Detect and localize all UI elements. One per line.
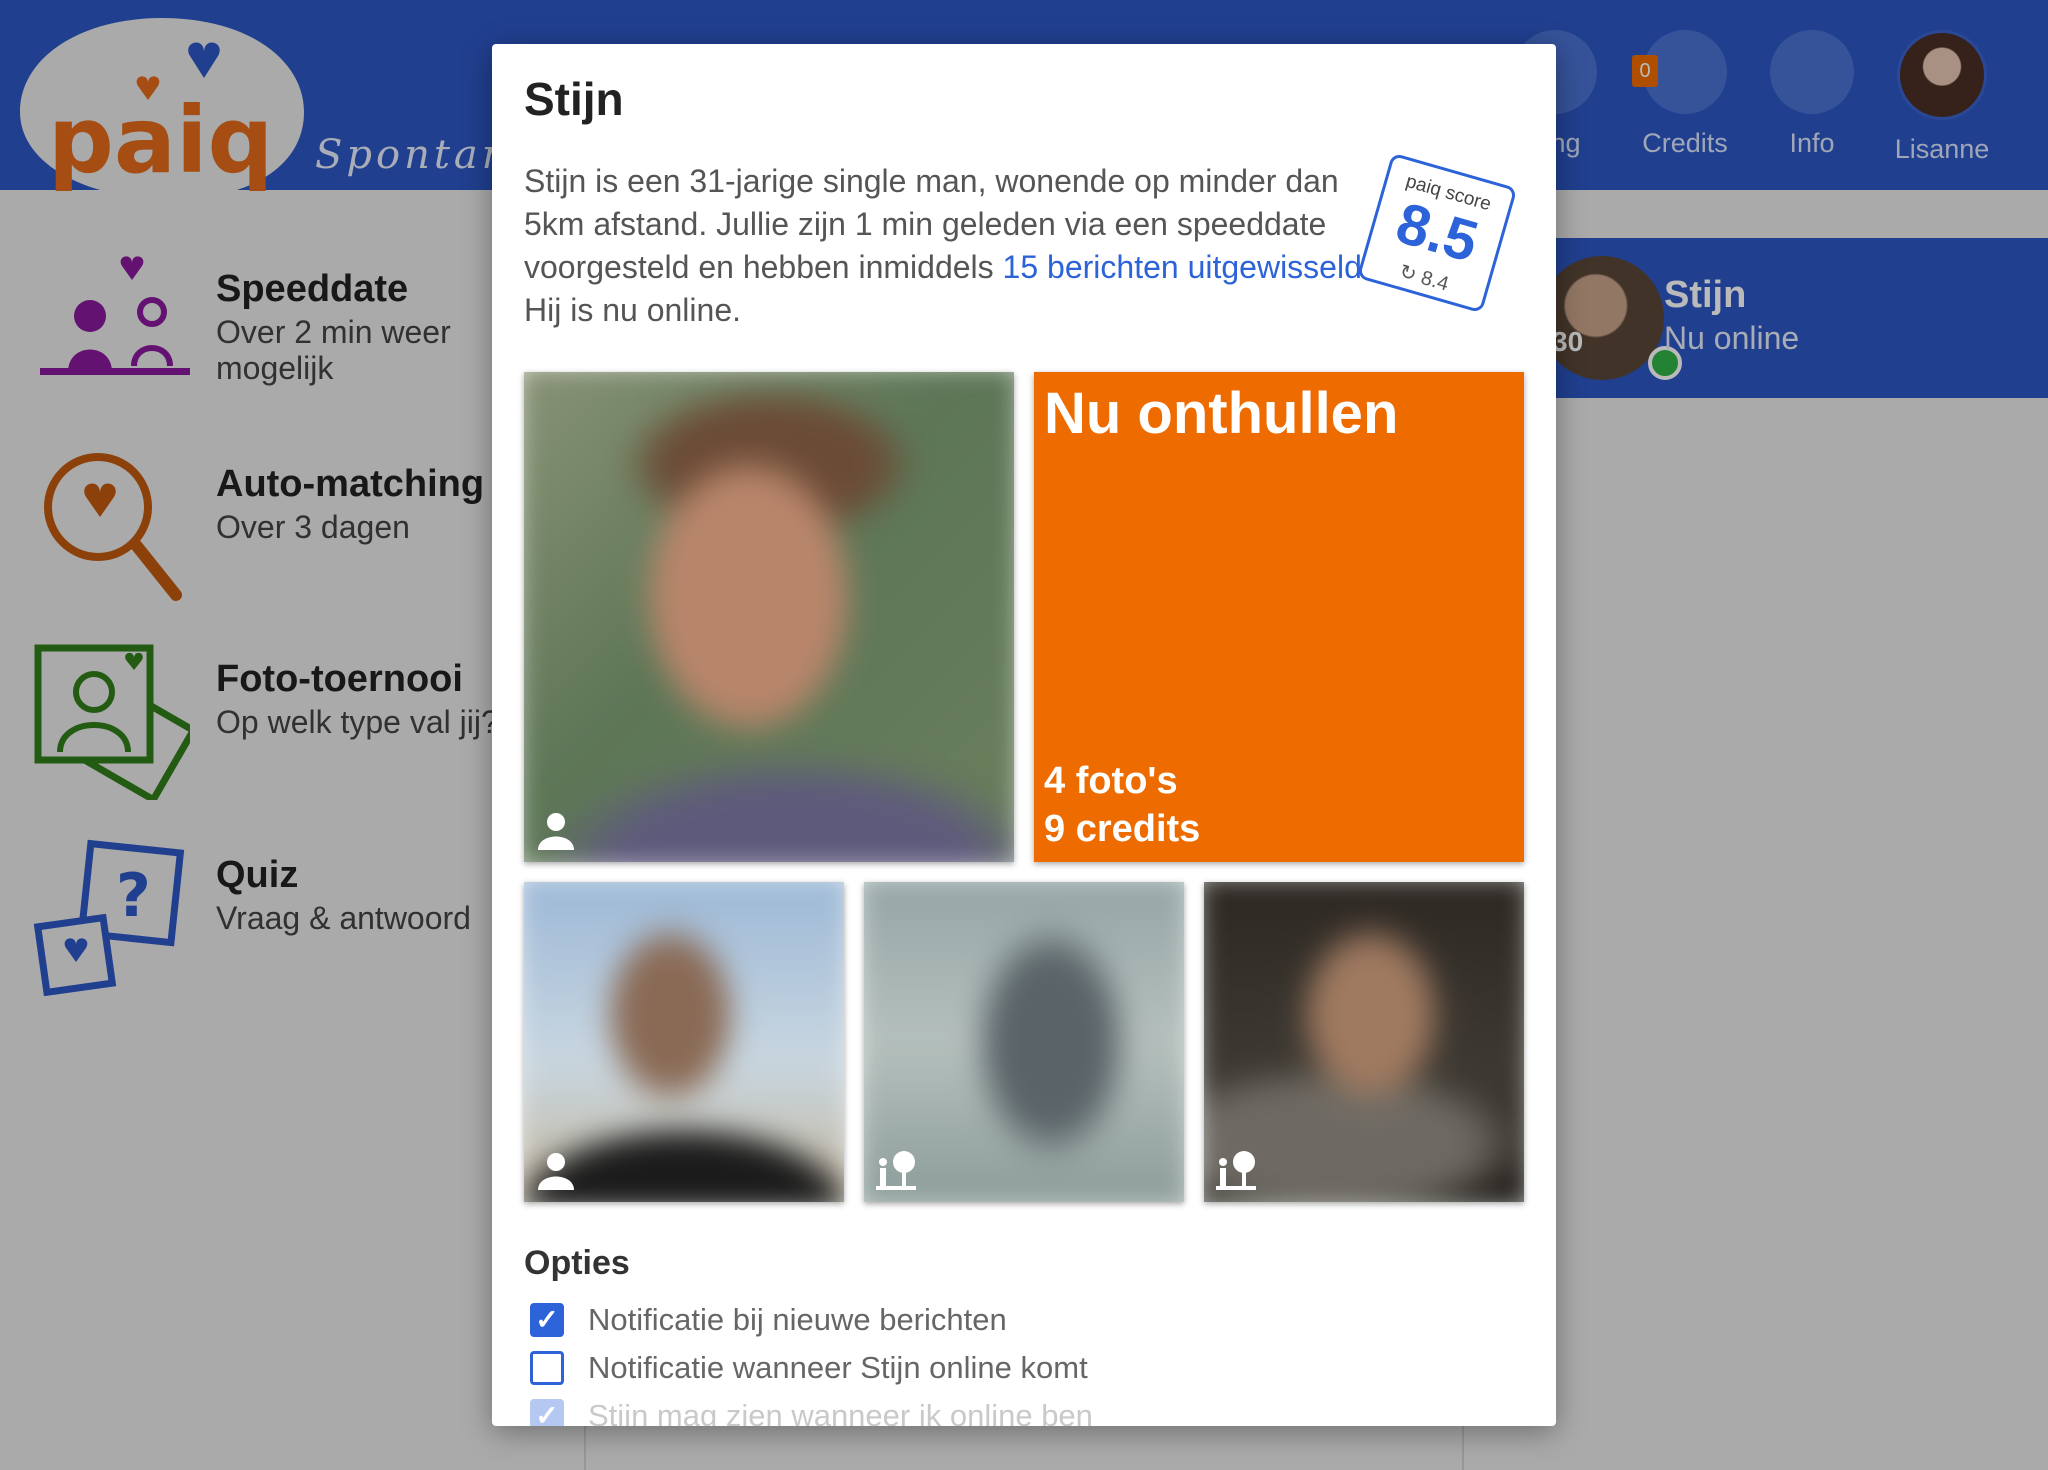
checkbox-checked[interactable]: ✓ bbox=[530, 1303, 564, 1337]
reveal-info: 4 foto's 9 credits bbox=[1044, 757, 1200, 853]
reveal-title: Nu onthullen bbox=[1044, 381, 1399, 446]
option-label: Notificatie bij nieuwe berichten bbox=[588, 1302, 1007, 1337]
profile-modal: Stijn Stijn is een 31-jarige single man,… bbox=[492, 44, 1556, 1426]
person-icon bbox=[538, 813, 574, 850]
profile-photo[interactable] bbox=[864, 882, 1184, 1202]
options-heading: Opties bbox=[524, 1244, 630, 1282]
checkbox-checked[interactable]: ✓ bbox=[530, 1399, 564, 1426]
profile-photo[interactable] bbox=[1204, 882, 1524, 1202]
checkbox-unchecked[interactable] bbox=[530, 1351, 564, 1385]
reveal-photos-button[interactable]: Nu onthullen 4 foto's 9 credits bbox=[1034, 372, 1524, 862]
option-label: Stijn mag zien wanneer ik online ben bbox=[588, 1398, 1093, 1426]
messages-link[interactable]: 15 berichten uitgewisseld bbox=[1003, 249, 1362, 285]
photo-image bbox=[524, 372, 1014, 862]
profile-photo[interactable] bbox=[524, 882, 844, 1202]
reveal-credit-cost: 9 credits bbox=[1044, 808, 1201, 850]
paiq-score-stamp: paiq score 8.5 ↻ 8.4 bbox=[1356, 152, 1518, 314]
person-icon bbox=[538, 1153, 574, 1190]
profile-photo-main[interactable] bbox=[524, 372, 1014, 862]
landscape-person-icon bbox=[1216, 1151, 1256, 1190]
profile-description: Stijn is een 31-jarige single man, wonen… bbox=[524, 160, 1374, 332]
modal-title: Stijn bbox=[524, 73, 624, 125]
reveal-photo-count: 4 foto's bbox=[1044, 760, 1178, 802]
landscape-person-icon bbox=[876, 1151, 916, 1190]
score-previous-value: 8.4 bbox=[1418, 266, 1452, 296]
option-label: Notificatie wanneer Stijn online komt bbox=[588, 1350, 1088, 1385]
